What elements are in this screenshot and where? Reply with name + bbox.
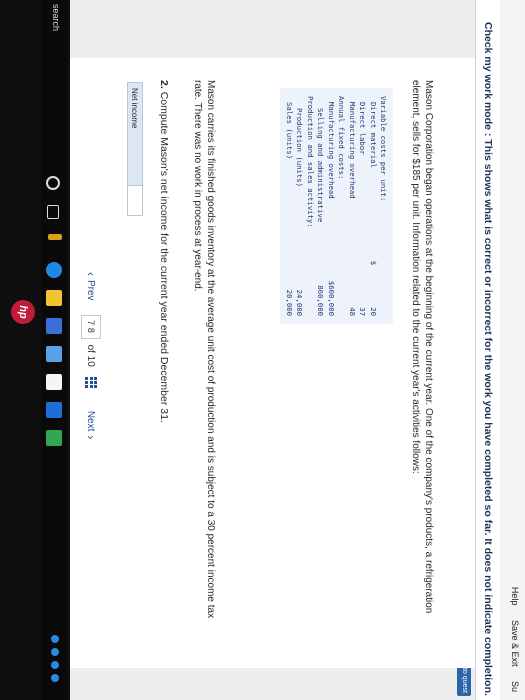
net-income-label: Net income [127, 82, 143, 186]
inventory-text: Mason carries its finished goods invento… [192, 80, 216, 619]
dropbox-icon[interactable] [46, 402, 62, 418]
cost-label: Production (units) [295, 108, 305, 188]
tray-icon-2[interactable] [51, 648, 59, 656]
cost-row: Selling and administrative 860,000 [316, 96, 327, 316]
amazon-icon[interactable] [46, 374, 62, 390]
intro-text: Mason Corporation began operations at th… [410, 80, 434, 614]
cost-label: Direct labor [358, 102, 368, 155]
cost-label: Sales (units) [284, 102, 294, 160]
cost-label: Manufacturing overhead [326, 102, 336, 199]
system-tray [51, 635, 59, 682]
app-icon-3[interactable] [46, 430, 62, 446]
cost-table: Variable costs per unit: Direct material $… [280, 88, 393, 324]
cost-value: 860,000 [316, 285, 326, 316]
next-page-number: 8 [86, 327, 96, 333]
cost-row: Annual fixed costs: [337, 96, 348, 316]
task-view-icon[interactable] [47, 205, 59, 219]
taskbar-search[interactable]: search [51, 4, 61, 31]
store-icon[interactable] [46, 318, 62, 334]
app-icon-2[interactable] [46, 346, 62, 362]
cost-value: 20 [368, 307, 378, 316]
tray-icon-4[interactable] [51, 674, 59, 682]
cost-row: Manufacturing overhead $600,000 [326, 96, 337, 316]
page-selector[interactable]: 7 8 [81, 314, 101, 339]
cost-label: Direct material [368, 102, 378, 168]
cost-label: Annual fixed costs: [337, 96, 347, 180]
pin-app-icon[interactable] [48, 234, 62, 240]
prev-label: Prev [85, 280, 97, 301]
pager: ‹ Prev 7 8 of 10 Next › [81, 268, 101, 443]
net-income-input[interactable] [127, 186, 143, 216]
question-panel: Mason Corporation began operations at th… [70, 58, 475, 668]
cost-label: Selling and administrative [316, 108, 326, 223]
tray-icon-1[interactable] [51, 635, 59, 643]
hp-logo: hp [11, 300, 35, 324]
cost-row: Direct material $20 [368, 96, 379, 316]
cost-currency: $ [368, 260, 378, 266]
cost-value: 37 [358, 307, 368, 316]
mode-banner: Check my work mode : This shows what is … [475, 0, 500, 700]
submit-link[interactable]: Su [510, 681, 520, 692]
cost-value: $600,000 [326, 280, 336, 316]
file-explorer-icon[interactable] [46, 290, 62, 306]
cost-label: Manufacturing overhead [347, 102, 357, 199]
page-count: of 10 [85, 344, 97, 367]
cost-label: Variable costs per unit: [379, 96, 389, 202]
mode-banner-text: Check my work mode : This shows what is … [482, 22, 494, 696]
cost-value: 48 [347, 307, 357, 316]
question-text: Compute Mason's net income for the curre… [158, 91, 170, 423]
cost-row: Direct labor 37 [358, 96, 369, 316]
taskbar: search [41, 0, 67, 700]
edge-icon[interactable] [46, 262, 62, 278]
monitor-screen: Help Save & Exit Su Check my work mode :… [0, 0, 525, 700]
help-link[interactable]: Help [510, 587, 520, 606]
top-actions: Help Save & Exit Su [510, 575, 520, 692]
current-page: 7 [86, 320, 96, 326]
question-number: 2. [158, 80, 170, 89]
save-exit-link[interactable]: Save & Exit [510, 620, 520, 667]
cost-row: Production and sales activity: [305, 96, 316, 316]
prev-button[interactable]: ‹ Prev [84, 268, 98, 301]
answer-row: Net income [127, 82, 143, 216]
cost-row: Sales (units) 20,000 [284, 96, 295, 316]
cost-row: Production (units) 24,000 [295, 96, 306, 316]
next-button[interactable]: Next › [84, 411, 98, 444]
chevron-left-icon: ‹ [84, 272, 98, 276]
cost-value: 24,000 [295, 289, 305, 316]
cost-row: Manufacturing overhead 48 [347, 96, 358, 316]
next-label: Next [85, 410, 97, 432]
cost-row: Variable costs per unit: [379, 96, 390, 316]
top-bar: Help Save & Exit Su [499, 0, 525, 700]
question-2: 2. Compute Mason's net income for the cu… [158, 80, 170, 423]
chevron-right-icon: › [84, 435, 98, 440]
cost-label: Production and sales activity: [305, 96, 315, 228]
tray-icon-3[interactable] [51, 661, 59, 669]
cost-value: 20,000 [284, 289, 294, 316]
cortana-icon[interactable] [46, 176, 60, 190]
grid-icon[interactable] [85, 376, 97, 389]
